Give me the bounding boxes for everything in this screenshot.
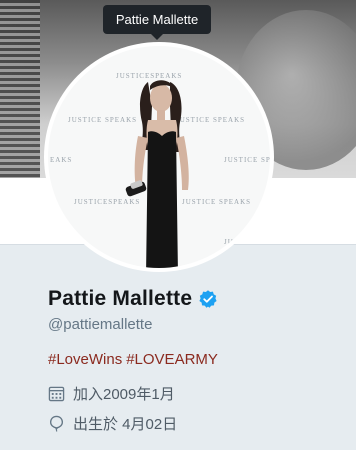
- person-silhouette: [125, 80, 189, 268]
- profile-name[interactable]: Pattie Mallette: [48, 287, 192, 311]
- profile-info: Pattie Mallette @pattiemallette #LoveWin…: [48, 286, 348, 434]
- verified-badge-icon[interactable]: [198, 289, 218, 309]
- joined-date-text: 加入2009年1月: [73, 385, 175, 403]
- birthday-text: 出生於 4月02日: [73, 415, 178, 433]
- avatar-photo: JUSTICESPEAKS JUSTICE SPEAKS JUSTICE SPE…: [48, 46, 270, 268]
- birthday: 出生於 4月02日: [48, 412, 348, 434]
- watermark-text: JUSTICE SPI: [224, 156, 270, 164]
- name-tooltip: Pattie Mallette: [103, 5, 211, 40]
- hashtag-link[interactable]: #LOVEARMY: [126, 351, 218, 368]
- calendar-icon: [48, 386, 65, 401]
- balloon-icon: [49, 415, 64, 432]
- banner-stripes: [0, 0, 40, 178]
- profile-avatar[interactable]: JUSTICESPEAKS JUSTICE SPEAKS JUSTICE SPE…: [44, 42, 274, 272]
- name-row: Pattie Mallette: [48, 286, 348, 312]
- watermark-text: EAKS: [50, 156, 73, 164]
- joined-date: 加入2009年1月: [48, 382, 348, 404]
- profile-handle[interactable]: @pattiemallette: [48, 316, 348, 333]
- watermark-text: JU: [224, 238, 234, 246]
- hashtag-link[interactable]: #LoveWins: [48, 351, 122, 368]
- profile-bio: #LoveWins #LOVEARMY: [48, 351, 348, 368]
